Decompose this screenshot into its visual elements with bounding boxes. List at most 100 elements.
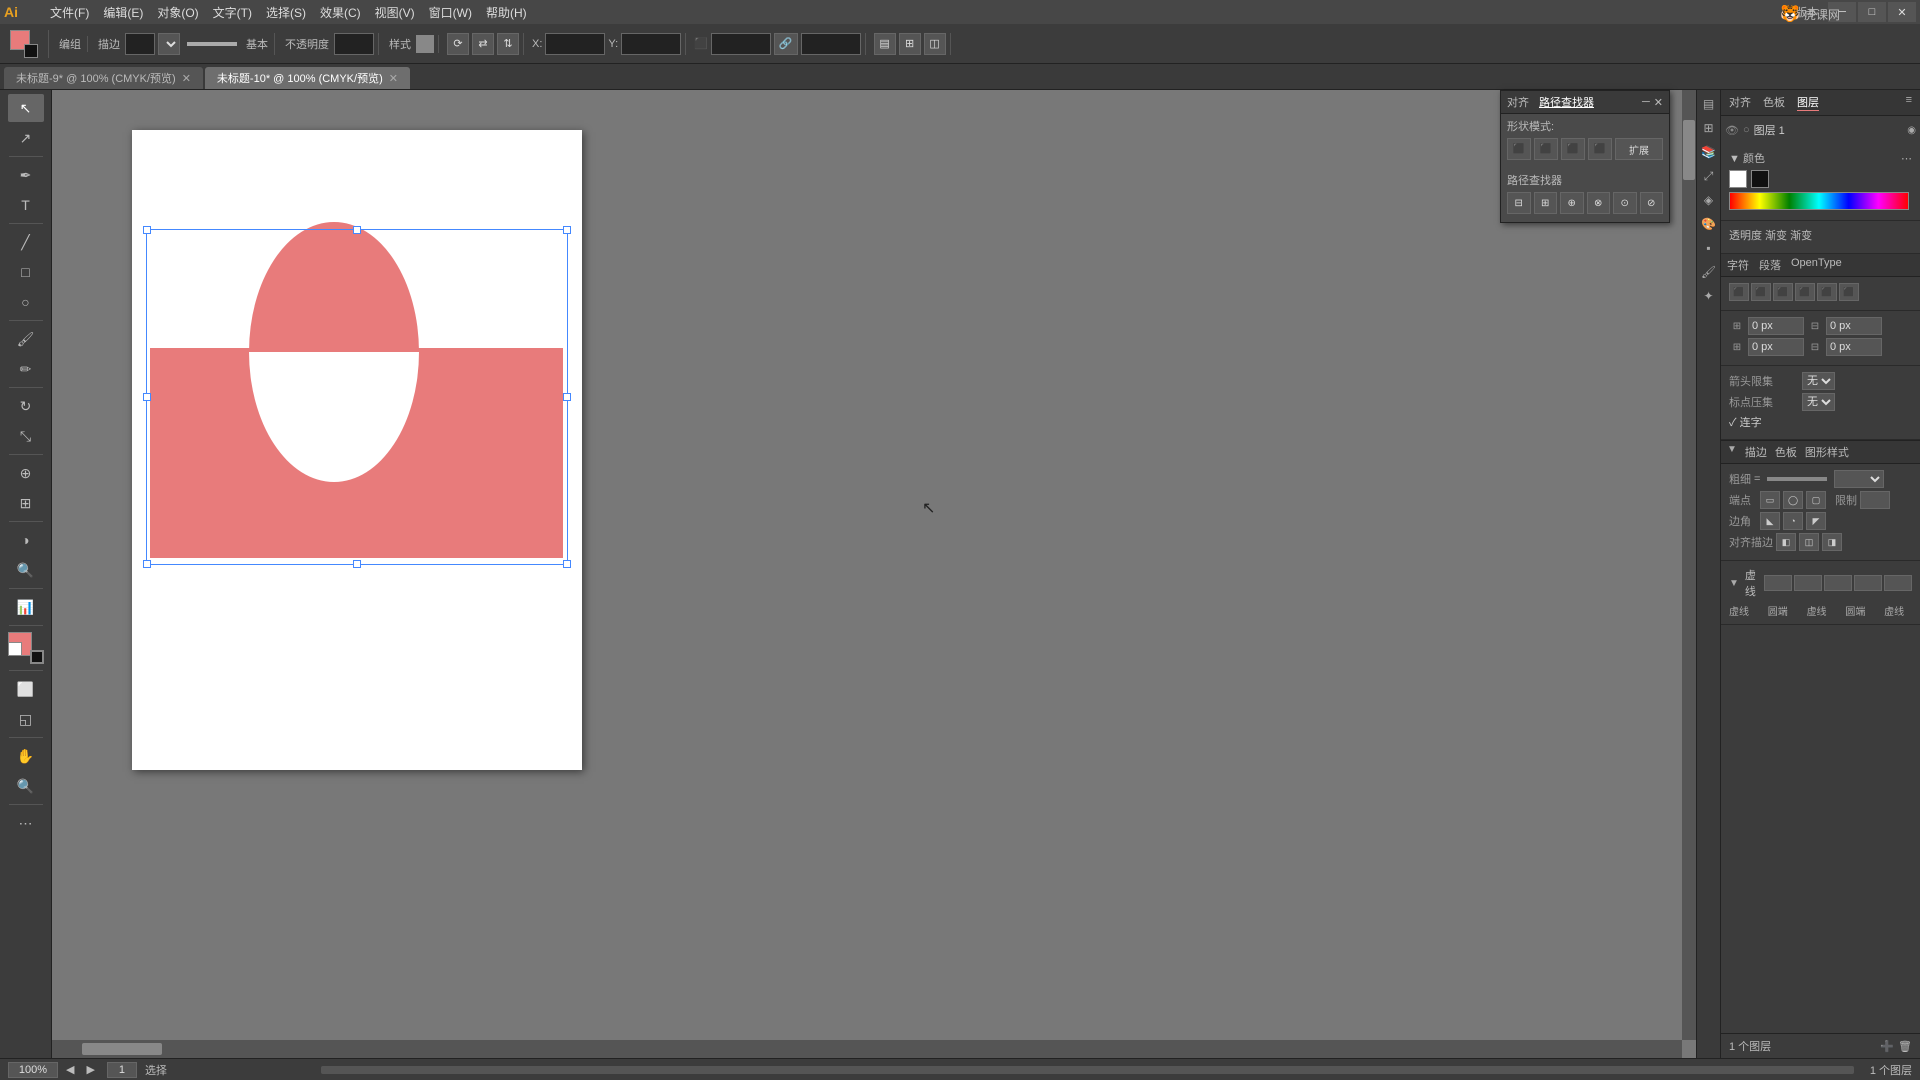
tab-2-close[interactable]: ✕ <box>389 72 398 85</box>
justify-btn[interactable]: ⬛ <box>1795 283 1815 301</box>
spacing-input-2[interactable] <box>1826 317 1882 335</box>
divide-btn[interactable]: ⊟ <box>1507 192 1531 214</box>
stroke-unit-select[interactable] <box>158 33 180 55</box>
align-left-btn[interactable]: ⬛ <box>1729 283 1749 301</box>
color-white-box[interactable] <box>1729 170 1747 188</box>
color-pair[interactable] <box>10 30 38 58</box>
h-input[interactable]: 440.365 <box>801 33 861 55</box>
delete-layer-icon[interactable]: 🗑 <box>1898 1040 1912 1053</box>
scale-tool[interactable]: ⤡ <box>8 422 44 450</box>
minus-front-btn[interactable]: ⬛ <box>1534 138 1558 160</box>
relink-button[interactable]: ⟳ <box>447 33 469 55</box>
style-swatch[interactable] <box>416 35 434 53</box>
intersect-btn[interactable]: ⬛ <box>1561 138 1585 160</box>
rotate-tool[interactable]: ↻ <box>8 392 44 420</box>
menu-help[interactable]: 帮助(H) <box>480 2 533 23</box>
dash-btn-5[interactable] <box>1884 575 1912 591</box>
tab-align[interactable]: 对齐 <box>1729 94 1751 111</box>
color-tab[interactable]: 色板 <box>1775 444 1797 460</box>
crop-btn[interactable]: ⊗ <box>1587 192 1611 214</box>
trim-btn[interactable]: ⊞ <box>1534 192 1558 214</box>
properties-icon[interactable]: ▤ <box>1699 94 1719 114</box>
tool-stroke-color[interactable] <box>30 650 44 664</box>
exclude-btn[interactable]: ⬛ <box>1588 138 1612 160</box>
line-tool[interactable]: ╱ <box>8 228 44 256</box>
cap-square-btn[interactable]: ▢ <box>1806 491 1826 509</box>
new-layer-icon[interactable]: ➕ <box>1880 1040 1894 1053</box>
eyedropper-tool[interactable]: 🔍 <box>8 556 44 584</box>
vertical-scrollbar[interactable] <box>1682 90 1696 1040</box>
maximize-button[interactable]: □ <box>1858 2 1886 22</box>
gradient-tool[interactable]: ◑ <box>8 526 44 554</box>
selection-tool[interactable]: ↖ <box>8 94 44 122</box>
panel-minimize-icon[interactable]: ─ <box>1642 96 1650 109</box>
brush-icon[interactable]: 🖌 <box>1699 262 1719 282</box>
expand-btn[interactable]: 扩展 <box>1615 138 1663 160</box>
x-input[interactable]: 310.5 px <box>545 33 605 55</box>
flip-v-button[interactable]: ⇅ <box>497 33 519 55</box>
corner-round-btn[interactable]: ◔ <box>1783 512 1803 530</box>
appearance-icon[interactable]: ◈ <box>1699 190 1719 210</box>
dash-btn-3[interactable] <box>1824 575 1852 591</box>
menu-view[interactable]: 视图(V) <box>369 2 421 23</box>
menu-text[interactable]: 文字(T) <box>207 2 258 23</box>
arrowhead-select[interactable]: 无 <box>1802 372 1835 390</box>
rect-tool[interactable]: □ <box>8 258 44 286</box>
align-center-btn[interactable]: ⬛ <box>1751 283 1771 301</box>
align-outside-btn[interactable]: ◨ <box>1822 533 1842 551</box>
spacing-input-4[interactable] <box>1826 338 1882 356</box>
lock-aspect-button[interactable]: 🔗 <box>774 33 798 55</box>
pencil-tool[interactable]: ✏ <box>8 355 44 383</box>
limit-input[interactable] <box>1860 491 1890 509</box>
flip-h-button[interactable]: ⇄ <box>472 33 494 55</box>
paintbrush-tool[interactable]: 🖌 <box>8 325 44 353</box>
align-right-btn[interactable]: ⬛ <box>1773 283 1793 301</box>
anchor-select[interactable]: 无 <box>1802 393 1835 411</box>
stroke-tab[interactable]: 描边 <box>1745 444 1767 460</box>
spacing-input-3[interactable] <box>1748 338 1804 356</box>
color-icon[interactable]: 🎨 <box>1699 214 1719 234</box>
color-gradient-bar[interactable] <box>1729 192 1909 210</box>
opacity-input[interactable]: 100% <box>334 33 374 55</box>
layer-eye-icon[interactable]: 👁 <box>1725 124 1739 137</box>
tab-paragraph[interactable]: 段落 <box>1759 257 1781 273</box>
tab-document-1[interactable]: 未标题-9* @ 100% (CMYK/预览) ✕ <box>4 67 203 89</box>
y-input[interactable]: 355.192 <box>621 33 681 55</box>
stroke-swatch[interactable] <box>24 44 38 58</box>
tab-character[interactable]: 字符 <box>1727 257 1749 273</box>
color-panel-options[interactable]: ⋯ <box>1901 152 1912 165</box>
corner-miter-btn[interactable]: ◣ <box>1760 512 1780 530</box>
more-tools-button[interactable]: ⋯ <box>8 809 44 837</box>
tab-opentype[interactable]: OpenType <box>1791 257 1842 273</box>
pathfinder-tab-link[interactable]: 路径查找器 <box>1539 94 1594 110</box>
tab-swatches[interactable]: 色板 <box>1763 94 1785 111</box>
transform-icon[interactable]: ⤢ <box>1699 166 1719 186</box>
menu-window[interactable]: 窗口(W) <box>423 2 478 23</box>
blend-tool[interactable]: ⊕ <box>8 459 44 487</box>
swatch-icon[interactable]: ▪ <box>1699 238 1719 258</box>
layer-item-1[interactable]: 👁 ○ 图层 1 ◉ <box>1725 120 1916 140</box>
dash-btn-1[interactable] <box>1764 575 1792 591</box>
justify-all-btn[interactable]: ⬛ <box>1817 283 1837 301</box>
color-section-title[interactable]: ▼ 颜色 <box>1729 150 1765 166</box>
align-inside-btn[interactable]: ◧ <box>1776 533 1796 551</box>
menu-effect[interactable]: 效果(C) <box>314 2 367 23</box>
stroke-input[interactable] <box>125 33 155 55</box>
next-artboard-btn[interactable]: ▶ <box>86 1063 94 1076</box>
unite-btn[interactable]: ⬛ <box>1507 138 1531 160</box>
library-icon[interactable]: 📚 <box>1699 142 1719 162</box>
dash-collapse[interactable]: ▼ <box>1729 578 1739 589</box>
menu-select[interactable]: 选择(S) <box>260 2 312 23</box>
tab-layers[interactable]: 图层 <box>1797 94 1819 111</box>
transparency-label[interactable]: 透明度 渐变 渐变 <box>1729 227 1812 243</box>
cap-butt-btn[interactable]: ▭ <box>1760 491 1780 509</box>
weight-select[interactable] <box>1834 470 1884 488</box>
zoom-input[interactable]: 100% <box>8 1062 58 1078</box>
mesh-tool[interactable]: ⊞ <box>8 489 44 517</box>
merge-btn[interactable]: ⊕ <box>1560 192 1584 214</box>
align-force-btn[interactable]: ⬛ <box>1839 283 1859 301</box>
ellipse-tool[interactable]: ○ <box>8 288 44 316</box>
symbol-icon[interactable]: ✦ <box>1699 286 1719 306</box>
align-center-stroke-btn[interactable]: ◫ <box>1799 533 1819 551</box>
panel-options-icon[interactable]: ≡ <box>1906 94 1912 111</box>
